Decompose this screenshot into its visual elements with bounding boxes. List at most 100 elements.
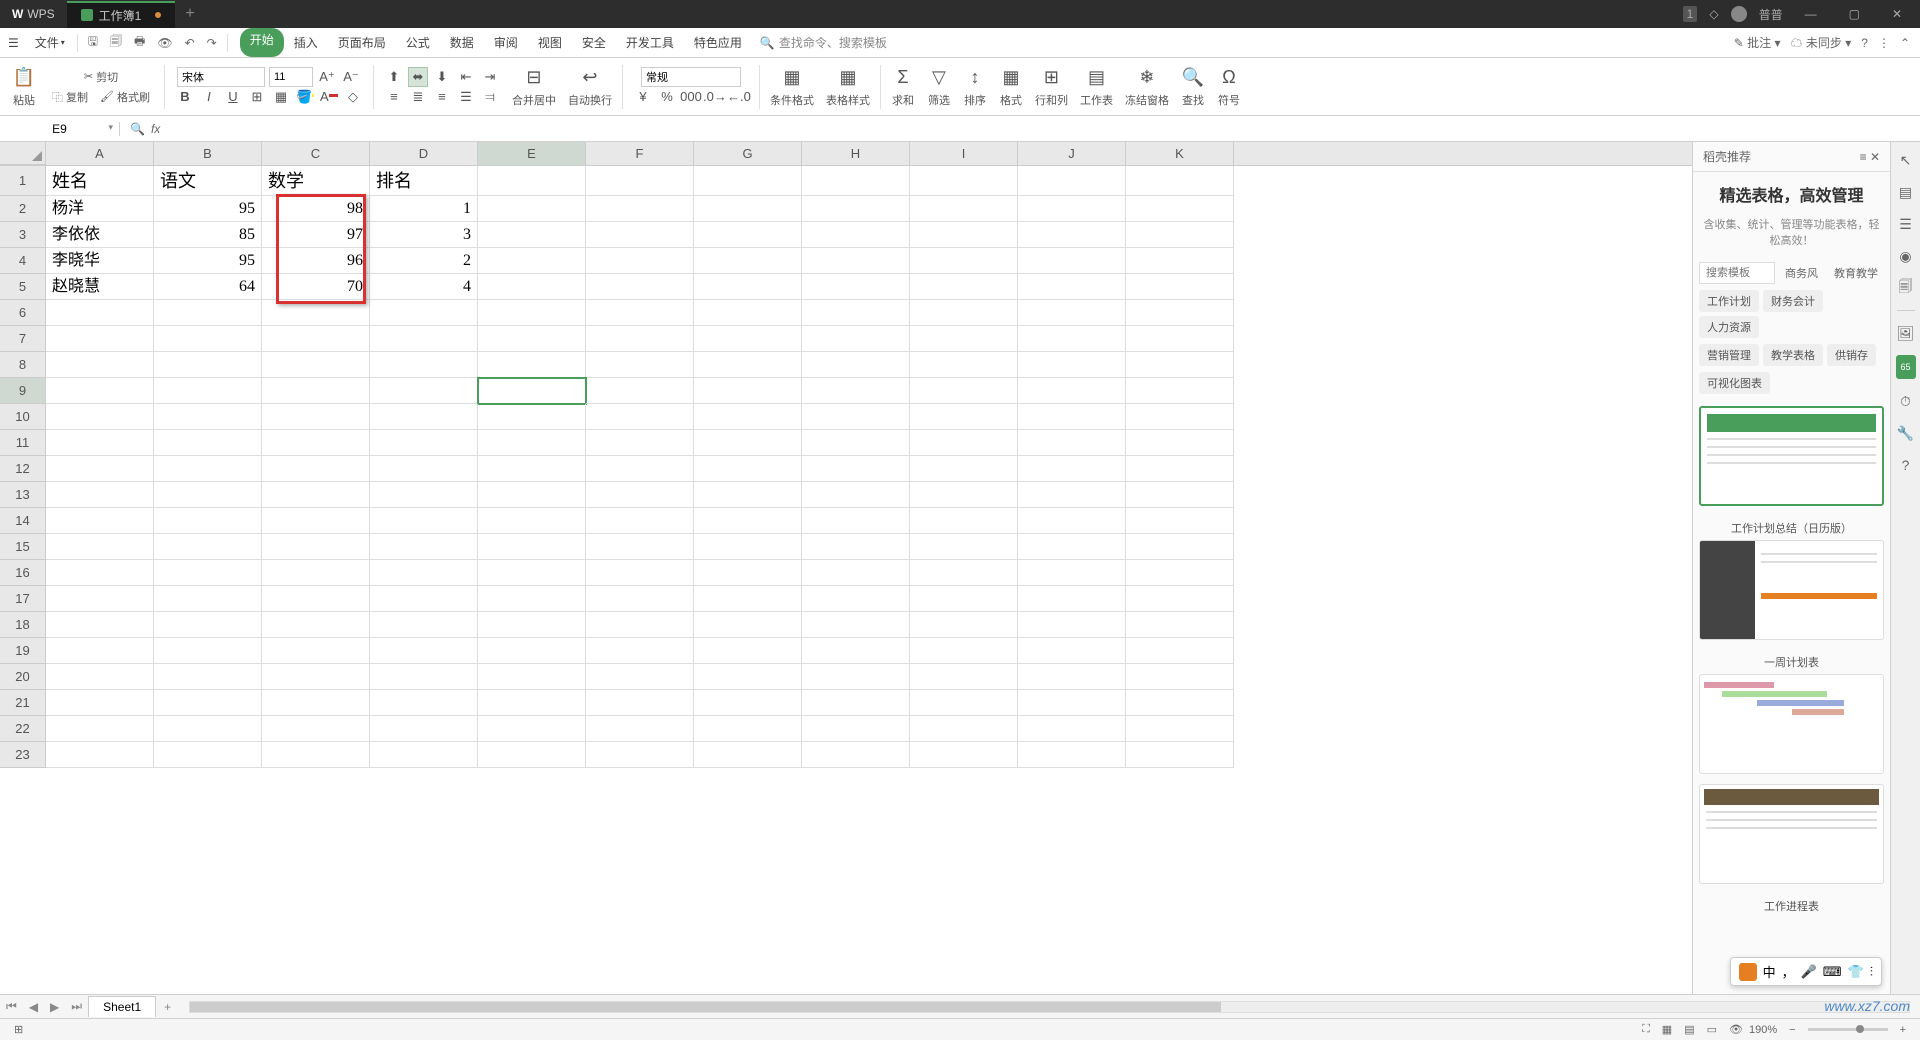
notif-badge[interactable]: 1 bbox=[1683, 6, 1698, 22]
cell-B4[interactable]: 95 bbox=[154, 248, 262, 274]
format-painter-button[interactable]: 🖌 格式刷 bbox=[96, 87, 154, 107]
col-C[interactable]: C bbox=[262, 142, 370, 165]
horizontal-scrollbar[interactable] bbox=[189, 1001, 1910, 1013]
template-item-1[interactable] bbox=[1699, 406, 1884, 506]
view-page-icon[interactable]: ▤ bbox=[1678, 1023, 1700, 1036]
hamburger-icon[interactable]: ☰ bbox=[0, 36, 27, 50]
strip-help-icon[interactable]: ? bbox=[1896, 455, 1916, 475]
file-menu[interactable]: 文件 ▾ bbox=[27, 34, 73, 51]
freeze-button[interactable]: ❄冻结窗格 bbox=[1119, 64, 1175, 110]
cell-C3[interactable]: 97 bbox=[262, 222, 370, 248]
cell-A5[interactable]: 赵晓慧 bbox=[46, 274, 154, 300]
row-11[interactable]: 11 bbox=[0, 430, 46, 456]
row-19[interactable]: 19 bbox=[0, 638, 46, 664]
col-K[interactable]: K bbox=[1126, 142, 1234, 165]
clear-format-icon[interactable]: ◇ bbox=[343, 87, 363, 107]
fx-icon[interactable]: fx bbox=[151, 122, 160, 136]
saveas-icon[interactable]: 🗐 bbox=[104, 32, 128, 53]
align-left-icon[interactable]: ≡ bbox=[384, 87, 404, 107]
undo-icon[interactable]: ↶ bbox=[179, 36, 201, 50]
cond-format-button[interactable]: ▦条件格式 bbox=[764, 64, 820, 110]
fill-color-icon[interactable]: 🪣 bbox=[295, 87, 315, 107]
cell-D5[interactable]: 4 bbox=[370, 274, 478, 300]
strip-backup-icon[interactable]: 🗐 bbox=[1896, 278, 1916, 298]
filter-button[interactable]: ▽筛选 bbox=[921, 64, 957, 110]
strip-clip-icon[interactable]: 🖼 bbox=[1896, 323, 1916, 343]
cell-B3[interactable]: 85 bbox=[154, 222, 262, 248]
cell-B2[interactable]: 95 bbox=[154, 196, 262, 222]
tab-devtools[interactable]: 开发工具 bbox=[616, 28, 684, 57]
cat-teaching[interactable]: 教学表格 bbox=[1763, 344, 1823, 366]
tab-formula[interactable]: 公式 bbox=[396, 28, 440, 57]
cat-workplan[interactable]: 工作计划 bbox=[1699, 290, 1759, 312]
view-eyecare-icon[interactable]: 👁 bbox=[1723, 1023, 1749, 1036]
template-search-input[interactable] bbox=[1699, 262, 1775, 284]
col-B[interactable]: B bbox=[154, 142, 262, 165]
view-readmode-icon[interactable]: ▭ bbox=[1701, 1023, 1723, 1036]
save-icon[interactable]: 🖫 bbox=[82, 32, 104, 53]
format-button[interactable]: ▦格式 bbox=[993, 64, 1029, 110]
strip-speed-icon[interactable]: ⏱ bbox=[1896, 391, 1916, 411]
strip-perf-badge[interactable]: 65 bbox=[1896, 355, 1916, 379]
cell-D3[interactable]: 3 bbox=[370, 222, 478, 248]
template-item-4[interactable] bbox=[1699, 784, 1884, 884]
ime-lang[interactable]: 中 bbox=[1763, 962, 1776, 981]
preview-icon[interactable]: 👁 bbox=[151, 36, 178, 50]
zoom-in-icon[interactable]: + bbox=[1894, 1024, 1912, 1036]
currency-icon[interactable]: ¥ bbox=[633, 87, 653, 107]
align-middle-icon[interactable]: ⬌ bbox=[408, 67, 428, 87]
ime-voice-icon[interactable]: 🎤 bbox=[1801, 964, 1817, 980]
zoom-slider[interactable] bbox=[1808, 1028, 1888, 1031]
col-J[interactable]: J bbox=[1018, 142, 1126, 165]
row-5[interactable]: 5 bbox=[0, 274, 46, 300]
avatar-icon[interactable] bbox=[1731, 6, 1747, 22]
row-6[interactable]: 6 bbox=[0, 300, 46, 326]
tab-view[interactable]: 视图 bbox=[528, 28, 572, 57]
thousand-icon[interactable]: 000 bbox=[681, 87, 701, 107]
underline-icon[interactable]: U bbox=[223, 87, 243, 107]
sort-button[interactable]: ↕排序 bbox=[957, 64, 993, 110]
redo-icon[interactable]: ↷ bbox=[201, 36, 223, 50]
collapse-ribbon-icon[interactable]: ⌃ bbox=[1900, 36, 1910, 50]
zoom-print-icon[interactable]: 🔍 bbox=[130, 122, 145, 136]
row-10[interactable]: 10 bbox=[0, 404, 46, 430]
row-23[interactable]: 23 bbox=[0, 742, 46, 768]
font-name-input[interactable] bbox=[177, 67, 265, 87]
close-button[interactable]: ✕ bbox=[1882, 3, 1912, 25]
row-8[interactable]: 8 bbox=[0, 352, 46, 378]
align-bottom-icon[interactable]: ⬇ bbox=[432, 67, 452, 87]
cell-B5[interactable]: 64 bbox=[154, 274, 262, 300]
wrap-button[interactable]: ↩ 自动换行 bbox=[562, 64, 618, 110]
row-22[interactable]: 22 bbox=[0, 716, 46, 742]
strip-select-icon[interactable]: ↖ bbox=[1896, 150, 1916, 170]
cell-C2[interactable]: 98 bbox=[262, 196, 370, 222]
merge-button[interactable]: ⊟ 合并居中 bbox=[506, 64, 562, 110]
cell-A2[interactable]: 杨洋 bbox=[46, 196, 154, 222]
font-size-input[interactable] bbox=[269, 67, 313, 87]
row-14[interactable]: 14 bbox=[0, 508, 46, 534]
row-2[interactable]: 2 bbox=[0, 196, 46, 222]
tab-review[interactable]: 审阅 bbox=[484, 28, 528, 57]
row-21[interactable]: 21 bbox=[0, 690, 46, 716]
new-tab-button[interactable]: + bbox=[175, 5, 204, 23]
worksheet-button[interactable]: ▤工作表 bbox=[1074, 64, 1119, 110]
pill-business[interactable]: 商务风 bbox=[1779, 262, 1824, 284]
rowcol-button[interactable]: ⊞行和列 bbox=[1029, 64, 1074, 110]
grid-body[interactable]: 1 姓名 语文 数学 排名 2 杨洋 95 98 1 3 李依依 85 97 3 bbox=[0, 166, 1692, 994]
cell-E9-selected[interactable] bbox=[478, 378, 586, 404]
symbol-button[interactable]: Ω符号 bbox=[1211, 64, 1247, 110]
ime-skin-icon[interactable]: 👕 bbox=[1848, 964, 1864, 980]
font-color-icon[interactable]: A bbox=[319, 87, 339, 107]
tab-security[interactable]: 安全 bbox=[572, 28, 616, 57]
row-3[interactable]: 3 bbox=[0, 222, 46, 248]
number-format-select[interactable] bbox=[641, 67, 741, 87]
view-normal-icon[interactable]: ▦ bbox=[1656, 1023, 1678, 1036]
sum-button[interactable]: Σ求和 bbox=[885, 64, 921, 110]
sheet-nav-prev[interactable]: ◀ bbox=[23, 1000, 44, 1014]
sheet-nav-next[interactable]: ▶ bbox=[44, 1000, 65, 1014]
tab-pagelayout[interactable]: 页面布局 bbox=[328, 28, 396, 57]
cell-E1[interactable] bbox=[478, 166, 586, 196]
strip-analyze-icon[interactable]: ◉ bbox=[1896, 246, 1916, 266]
status-mode-icon[interactable]: ⊞ bbox=[8, 1023, 29, 1036]
sheet-nav-first[interactable]: ⏮ bbox=[0, 999, 23, 1014]
